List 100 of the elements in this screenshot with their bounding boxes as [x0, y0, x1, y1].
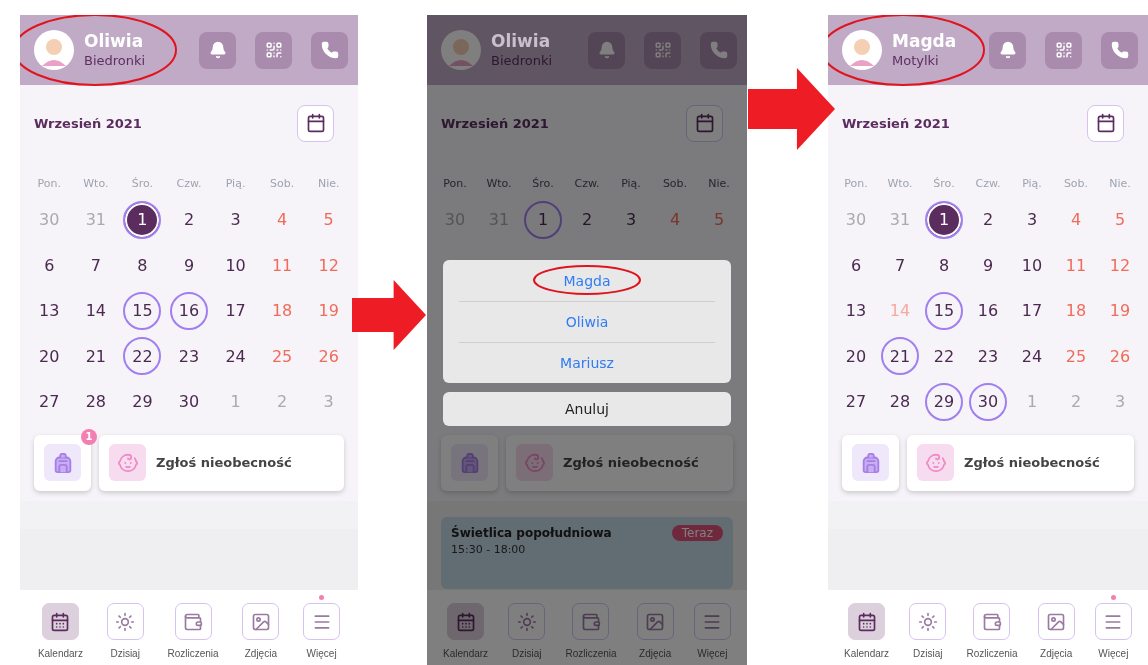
- report-absence-label: Zgłoś nieobecność: [156, 455, 292, 470]
- notifications-button[interactable]: [989, 31, 1026, 69]
- calendar-day[interactable]: 29: [123, 382, 162, 421]
- calendar-day[interactable]: 27: [30, 382, 69, 421]
- calendar-day[interactable]: 21: [881, 337, 919, 376]
- nav-icon: [516, 611, 537, 632]
- nav-icon: [917, 611, 938, 632]
- weekday-label: Pon.: [843, 176, 869, 192]
- calendar-day[interactable]: 6: [837, 246, 875, 285]
- calendar-icon: [694, 113, 715, 133]
- calendar-day[interactable]: 13: [837, 291, 875, 330]
- nav-label: Więcej: [306, 648, 337, 659]
- report-absence-tile[interactable]: Zgłoś nieobecność: [99, 434, 344, 491]
- calendar-day[interactable]: 30: [969, 382, 1007, 421]
- phone-button[interactable]: [311, 31, 348, 69]
- child-name: Oliwia: [84, 30, 145, 52]
- calendar-day[interactable]: 28: [76, 382, 115, 421]
- phone-button[interactable]: [700, 31, 737, 69]
- calendar-day[interactable]: 3: [216, 200, 255, 239]
- nav-icon: [115, 611, 136, 632]
- report-absence-tile[interactable]: Zgłoś nieobecność: [506, 434, 733, 491]
- backpack-tile[interactable]: [34, 434, 91, 491]
- calendar-icon: [305, 113, 326, 133]
- calendar-day[interactable]: 7: [881, 246, 919, 285]
- weekday-label: Pią.: [1021, 176, 1043, 192]
- calendar-day[interactable]: 3: [612, 200, 650, 239]
- qr-code-button[interactable]: [1045, 31, 1082, 69]
- calendar-day[interactable]: 10: [1013, 246, 1051, 285]
- backpack-tile[interactable]: [441, 434, 498, 491]
- calendar-day[interactable]: 13: [30, 291, 69, 330]
- nav-tab-button[interactable]: [447, 603, 485, 640]
- calendar-button[interactable]: [1087, 104, 1124, 142]
- calendar-day[interactable]: 23: [170, 337, 208, 376]
- avatar: [441, 30, 481, 70]
- calendar-day[interactable]: 17: [216, 291, 255, 330]
- calendar-day[interactable]: 9: [170, 246, 208, 285]
- calendar-day[interactable]: 15: [123, 291, 162, 330]
- weekday-label: Nie.: [707, 176, 731, 192]
- bell-icon: [998, 41, 1017, 59]
- calendar-day[interactable]: 9: [969, 246, 1007, 285]
- nav-icon: [645, 611, 666, 632]
- qr-code-icon: [264, 41, 283, 59]
- baby-icon: [523, 451, 546, 474]
- report-absence-label: Zgłoś nieobecność: [563, 455, 699, 470]
- qr-code-button[interactable]: [644, 31, 681, 69]
- calendar-button[interactable]: [686, 104, 723, 142]
- calendar-day[interactable]: 17: [1013, 291, 1051, 330]
- calendar-day[interactable]: 2: [969, 200, 1007, 239]
- weekday-label: Czw.: [974, 176, 1002, 192]
- notifications-button[interactable]: [199, 31, 236, 69]
- calendar-button[interactable]: [297, 104, 334, 142]
- child-name: Oliwia: [491, 30, 552, 52]
- baby-icon: [924, 451, 947, 474]
- calendar-day[interactable]: 2: [568, 200, 606, 239]
- nav-label: Rozliczenia: [966, 648, 1018, 659]
- calendar-day[interactable]: 16: [170, 291, 208, 330]
- calendar-day[interactable]: 2: [170, 200, 208, 239]
- cancel-button[interactable]: Anuluj: [443, 392, 731, 426]
- calendar-day[interactable]: 24: [1013, 337, 1051, 376]
- calendar-day[interactable]: 6: [30, 246, 69, 285]
- report-absence-tile[interactable]: Zgłoś nieobecność: [907, 434, 1134, 491]
- calendar-day[interactable]: 10: [216, 246, 255, 285]
- calendar-day[interactable]: 8: [925, 246, 963, 285]
- nav-icon: [856, 611, 877, 632]
- notifications-button[interactable]: [588, 31, 625, 69]
- bell-icon: [597, 41, 616, 59]
- backpack-tile[interactable]: [842, 434, 899, 491]
- calendar-day[interactable]: 22: [123, 337, 162, 376]
- calendar-day[interactable]: 20: [30, 337, 69, 376]
- calendar-day[interactable]: 14: [76, 291, 115, 330]
- nav-label: Dzisiaj: [110, 648, 140, 659]
- qr-code-button[interactable]: [255, 31, 292, 69]
- calendar-day[interactable]: 22: [925, 337, 963, 376]
- event-card[interactable]: Świetlica popołudniowa Teraz 15:30 - 18:00: [441, 516, 733, 589]
- calendar-day[interactable]: 1: [524, 200, 562, 239]
- calendar-day[interactable]: 24: [216, 337, 255, 376]
- calendar-day[interactable]: 30: [170, 382, 208, 421]
- phone-button[interactable]: [1101, 31, 1138, 69]
- calendar-day[interactable]: 16: [969, 291, 1007, 330]
- calendar-day[interactable]: 3: [1013, 200, 1051, 239]
- calendar-day[interactable]: 27: [837, 382, 875, 421]
- calendar-day[interactable]: 20: [837, 337, 875, 376]
- weekday-label: Nie.: [316, 176, 341, 192]
- report-absence-label: Zgłoś nieobecność: [964, 455, 1100, 470]
- calendar-day[interactable]: 23: [969, 337, 1007, 376]
- calendar-day[interactable]: 1: [925, 200, 963, 239]
- avatar: [34, 30, 74, 70]
- calendar-day[interactable]: 29: [925, 382, 963, 421]
- calendar-day[interactable]: 28: [881, 382, 919, 421]
- calendar-day[interactable]: 7: [76, 246, 115, 285]
- bell-icon: [208, 41, 227, 59]
- event-time: 15:30 - 18:00: [451, 542, 527, 556]
- calendar-day[interactable]: 15: [925, 291, 963, 330]
- calendar-day[interactable]: 8: [123, 246, 162, 285]
- calendar-day[interactable]: 1: [123, 200, 162, 239]
- nav-tab-button[interactable]: [41, 603, 79, 640]
- weekday-label: Pią.: [620, 176, 642, 192]
- nav-label: Dzisiaj: [512, 648, 542, 659]
- nav-tab-button[interactable]: [848, 603, 886, 640]
- calendar-day[interactable]: 21: [76, 337, 115, 376]
